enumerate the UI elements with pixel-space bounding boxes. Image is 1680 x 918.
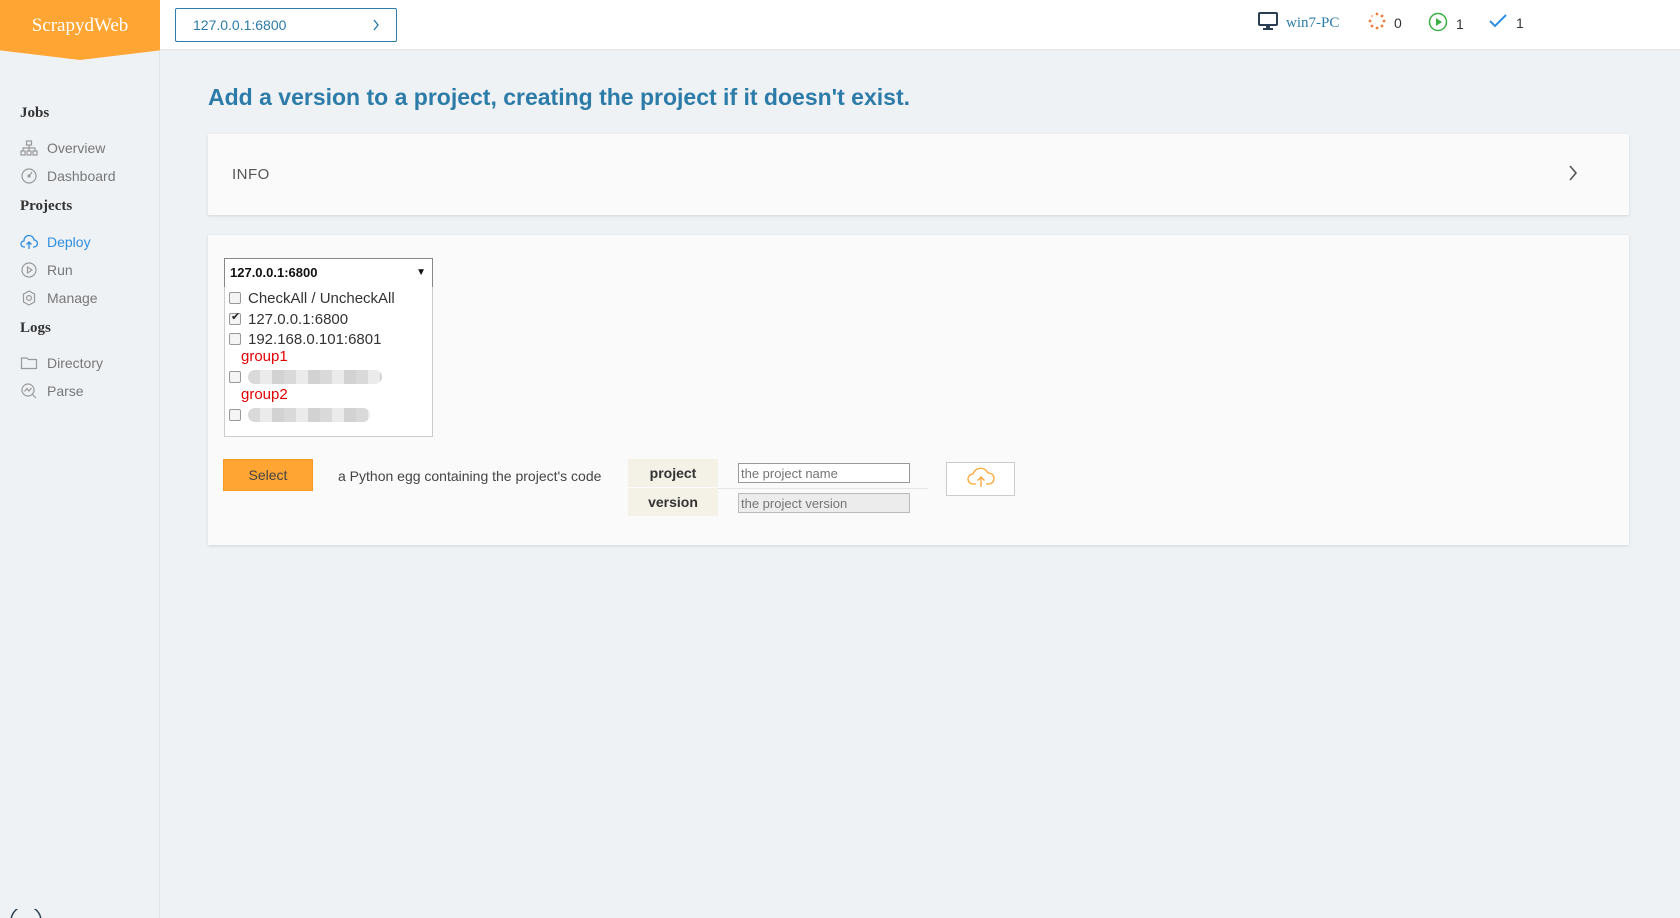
sidebar-item-label: Directory: [47, 355, 104, 371]
project-version-input[interactable]: [738, 493, 910, 513]
sidebar-item-label: Dashboard: [47, 168, 116, 184]
finished-stat[interactable]: 1: [1488, 12, 1524, 33]
sidebar-item-run[interactable]: Run: [20, 260, 73, 280]
pending-stat[interactable]: 0: [1368, 12, 1402, 33]
group-label: group1: [241, 348, 288, 365]
select-egg-button[interactable]: Select: [223, 459, 313, 491]
info-label: INFO: [232, 166, 270, 183]
node-multiselect-value: 127.0.0.1:6800: [230, 265, 318, 280]
group-label: group2: [241, 386, 288, 403]
node-option[interactable]: [225, 367, 382, 387]
sidebar-item-dashboard[interactable]: Dashboard: [20, 166, 116, 186]
node-option[interactable]: [225, 405, 370, 425]
chevron-right-icon: [1567, 162, 1579, 189]
top-bar: 127.0.0.1:6800 win7-PC 0 1 1: [0, 0, 1680, 50]
play-circle-icon: [20, 261, 38, 279]
node-selector-label: 127.0.0.1:6800: [193, 17, 287, 33]
node-option[interactable]: 192.168.0.101:6801: [225, 329, 381, 349]
option-label: CheckAll / UncheckAll: [248, 289, 395, 307]
sidebar-section-jobs: Jobs: [20, 105, 50, 121]
sidebar-item-label: Manage: [47, 290, 98, 306]
egg-description: a Python egg containing the project's co…: [338, 468, 602, 484]
sidebar-item-parse[interactable]: Parse: [20, 381, 84, 401]
checkbox[interactable]: [229, 409, 241, 421]
chevron-right-icon: [372, 9, 380, 52]
running-stat[interactable]: 1: [1428, 12, 1464, 35]
sidebar-item-overview[interactable]: Overview: [20, 138, 105, 158]
redacted-node-label: [248, 370, 382, 384]
cloud-upload-icon: [20, 233, 39, 251]
spinner-icon: [1368, 12, 1386, 33]
folder-icon: [20, 354, 38, 372]
checkall-option[interactable]: CheckAll / UncheckAll: [225, 288, 395, 308]
sidebar-item-label: Deploy: [47, 234, 91, 250]
version-label: version: [628, 488, 718, 516]
project-label: project: [628, 459, 718, 487]
sidebar-item-label: Run: [47, 262, 73, 278]
sidebar-item-deploy[interactable]: Deploy: [20, 232, 91, 252]
sidebar-item-label: Parse: [47, 383, 84, 399]
project-name-input[interactable]: [738, 463, 910, 483]
checkbox[interactable]: [229, 371, 241, 383]
node-multiselect[interactable]: 127.0.0.1:6800 ▼: [224, 258, 433, 288]
checkbox[interactable]: [229, 292, 241, 304]
node-selector[interactable]: 127.0.0.1:6800: [175, 8, 397, 42]
gear-icon: [20, 289, 38, 307]
sidebar-section-logs: Logs: [20, 320, 51, 336]
running-count: 1: [1456, 15, 1464, 32]
deploy-upload-button[interactable]: [946, 462, 1015, 496]
sidebar-item-manage[interactable]: Manage: [20, 288, 98, 308]
page-title: Add a version to a project, creating the…: [208, 84, 910, 110]
gauge-icon: [20, 167, 38, 185]
option-label: 192.168.0.101:6801: [248, 330, 382, 348]
finished-count: 1: [1516, 14, 1524, 31]
sidebar: Jobs Overview Dashboard Projects Deploy …: [0, 50, 160, 918]
checkbox[interactable]: [229, 333, 241, 345]
sidebar-section-projects: Projects: [20, 198, 73, 214]
node-option[interactable]: 127.0.0.1:6800: [225, 309, 348, 329]
check-icon: [1488, 12, 1508, 33]
caret-down-icon: ▼: [416, 267, 426, 278]
option-label: 127.0.0.1:6800: [248, 310, 349, 328]
deploy-panel: 127.0.0.1:6800 ▼ CheckAll / UncheckAll 1…: [208, 235, 1629, 545]
pc-indicator[interactable]: win7-PC: [1258, 12, 1339, 35]
play-circle-icon: [1428, 12, 1448, 35]
pending-count: 0: [1394, 14, 1402, 31]
brand-logo[interactable]: ScrapydWeb: [0, 0, 160, 60]
redacted-node-label: [248, 408, 370, 422]
sidebar-item-label: Overview: [47, 140, 106, 156]
circle-icon: [10, 905, 42, 918]
sidebar-item-directory[interactable]: Directory: [20, 353, 103, 373]
info-panel[interactable]: INFO: [208, 134, 1629, 215]
monitor-icon: [1258, 12, 1278, 35]
node-list: CheckAll / UncheckAll 127.0.0.1:6800 192…: [224, 287, 433, 437]
checkbox-checked[interactable]: [229, 310, 241, 325]
pc-name: win7-PC: [1286, 15, 1340, 31]
sitemap-icon: [20, 139, 38, 157]
cloud-upload-icon: [966, 466, 996, 493]
chart-icon: [20, 382, 38, 400]
